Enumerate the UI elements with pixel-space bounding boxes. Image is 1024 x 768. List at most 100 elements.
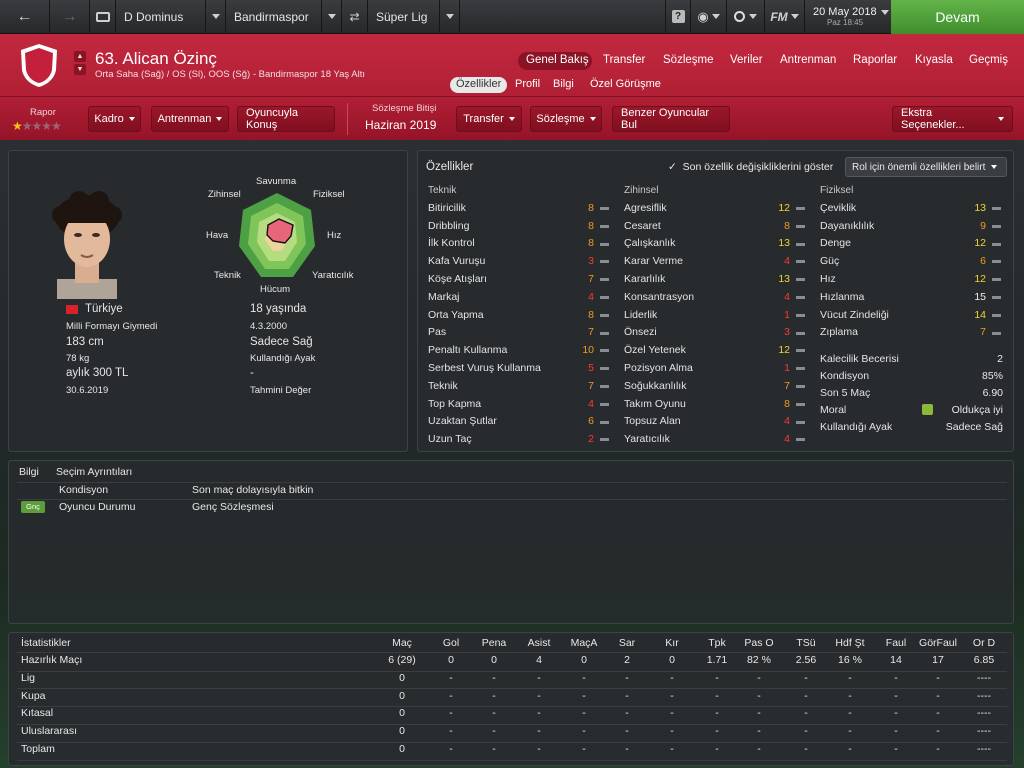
- technical-attribute-row[interactable]: Kafa Vuruşu 3: [428, 252, 611, 270]
- technical-attribute-row[interactable]: Uzaktan Şutlar 6: [428, 413, 611, 431]
- fm-menu-button[interactable]: FM: [765, 0, 805, 34]
- technical-attribute-row[interactable]: Bitiricilik 8: [428, 199, 611, 217]
- stats-header-cell[interactable]: TSü: [784, 637, 828, 649]
- mental-attribute-row[interactable]: Agresiflik 12: [624, 199, 807, 217]
- stats-header-cell[interactable]: GörFaul: [916, 637, 960, 649]
- subtab-info[interactable]: Bilgi: [547, 77, 580, 93]
- date-display[interactable]: 20 May 2018 Paz 18:45: [805, 0, 891, 34]
- physical-attribute-row[interactable]: Çeviklik 13: [820, 199, 1003, 217]
- stats-cell: -: [804, 689, 808, 702]
- stats-header-cell[interactable]: Kır: [650, 637, 694, 649]
- mental-attribute-row[interactable]: Soğukkanlılık 7: [624, 377, 807, 395]
- mental-attribute-row[interactable]: Karar Verme 4: [624, 252, 807, 270]
- help-button[interactable]: ?: [665, 0, 691, 34]
- inbox-button[interactable]: [90, 0, 116, 34]
- tab-compare[interactable]: Kıyasla: [915, 54, 953, 66]
- mental-attribute-row[interactable]: Liderlik 1: [624, 306, 807, 324]
- mental-attribute-row[interactable]: Cesaret 8: [624, 217, 807, 235]
- mental-attribute-row[interactable]: Pozisyon Alma 1: [624, 359, 807, 377]
- continue-button[interactable]: Devam: [891, 0, 1024, 34]
- extra-options-button[interactable]: Ekstra Seçenekler...: [892, 106, 1013, 132]
- similar-players-button[interactable]: Benzer Oyuncular Bul: [612, 106, 730, 132]
- back-button[interactable]: ←: [0, 0, 50, 34]
- forward-button[interactable]: →: [50, 0, 90, 34]
- physical-attribute-row[interactable]: Hızlanma 15: [820, 288, 1003, 306]
- technical-attribute-row[interactable]: Dribbling 8: [428, 217, 611, 235]
- contract-button[interactable]: Sözleşme: [530, 106, 602, 132]
- technical-attribute-row[interactable]: Uzun Taç 2: [428, 430, 611, 448]
- technical-attribute-row[interactable]: Top Kapma 4: [428, 395, 611, 413]
- transfer-button[interactable]: Transfer: [456, 106, 522, 132]
- show-changes-checkbox[interactable]: ✓ Son özellik değişikliklerini göster: [668, 161, 833, 173]
- stats-header-cell[interactable]: MaçA: [562, 637, 606, 649]
- league-dropdown[interactable]: [440, 0, 460, 34]
- technical-attribute-row[interactable]: Köşe Atışları 7: [428, 270, 611, 288]
- tab-data[interactable]: Veriler: [730, 54, 763, 66]
- mental-attribute-row[interactable]: Çalışkanlık 13: [624, 235, 807, 253]
- subtab-attributes[interactable]: Özellikler: [450, 77, 508, 93]
- chevron-down-icon[interactable]: ▼: [74, 64, 86, 75]
- stats-header-cell[interactable]: Pena: [472, 637, 516, 649]
- mental-attribute-row[interactable]: Topsuz Alan 4: [624, 413, 807, 431]
- stats-header-cell[interactable]: Gol: [429, 637, 473, 649]
- mental-attribute-row[interactable]: Takım Oyunu 8: [624, 395, 807, 413]
- stats-header-cell[interactable]: Or D: [962, 637, 1006, 649]
- training-button[interactable]: Antrenman: [151, 106, 229, 132]
- technical-attribute-row[interactable]: Markaj 4: [428, 288, 611, 306]
- stats-cell: -: [715, 689, 719, 702]
- tab-training[interactable]: Antrenman: [780, 54, 836, 66]
- trend-dash-icon: [796, 242, 805, 246]
- swap-button[interactable]: ⇄: [342, 0, 368, 34]
- technical-attribute-row[interactable]: Teknik 7: [428, 377, 611, 395]
- radar-label-aerial: Hava: [206, 230, 229, 241]
- stats-header-cell[interactable]: Hdf Şt: [828, 637, 872, 649]
- attribute-name: Dayanıklılık: [820, 219, 875, 232]
- manager-menu[interactable]: D Dominus: [116, 0, 206, 34]
- technical-attribute-row[interactable]: İlk Kontrol 8: [428, 235, 611, 253]
- tab-history[interactable]: Geçmiş: [969, 54, 1008, 66]
- stats-header-cell[interactable]: Pas O: [737, 637, 781, 649]
- squad-button[interactable]: Kadro: [88, 106, 141, 132]
- subtab-private-chat[interactable]: Özel Görüşme: [584, 77, 667, 93]
- mental-attribute-row[interactable]: Yaratıcılık 4: [624, 430, 807, 448]
- club-menu[interactable]: Bandirmaspor: [226, 0, 322, 34]
- subtab-profile[interactable]: Profil: [509, 77, 546, 93]
- stats-header-cell[interactable]: Tpk: [695, 637, 739, 649]
- tab-overview[interactable]: Genel Bakış: [526, 54, 589, 66]
- player-stepper[interactable]: ▲ ▼: [74, 51, 86, 75]
- manager-dropdown[interactable]: [206, 0, 226, 34]
- attribute-value: 13: [778, 273, 790, 286]
- mental-attribute-row[interactable]: Konsantrasyon 4: [624, 288, 807, 306]
- stats-header-cell[interactable]: Faul: [874, 637, 918, 649]
- technical-attribute-row[interactable]: Orta Yapma 8: [428, 306, 611, 324]
- tab-transfer[interactable]: Transfer: [603, 54, 645, 66]
- role-select[interactable]: Rol için önemli özellikleri belirt: [845, 157, 1007, 177]
- mental-attribute-row[interactable]: Önsezi 3: [624, 324, 807, 342]
- physical-attribute-row[interactable]: Zıplama 7: [820, 324, 1003, 342]
- mental-attribute-row[interactable]: Kararlılık 13: [624, 270, 807, 288]
- physical-attribute-row[interactable]: Dayanıklılık 9: [820, 217, 1003, 235]
- physical-attribute-row[interactable]: Hız 12: [820, 270, 1003, 288]
- search-button[interactable]: [727, 0, 765, 34]
- physical-attribute-row[interactable]: Vücut Zindeliği 14: [820, 306, 1003, 324]
- stats-header-cell[interactable]: Asist: [517, 637, 561, 649]
- tab-reports[interactable]: Raporlar: [853, 54, 897, 66]
- stats-header-cell[interactable]: İstatistikler: [21, 637, 71, 649]
- talk-button[interactable]: Oyuncuyla Konuş: [237, 106, 335, 132]
- physical-attribute-row[interactable]: Güç 6: [820, 252, 1003, 270]
- mental-attribute-row[interactable]: Özel Yetenek 12: [624, 341, 807, 359]
- chevron-up-icon[interactable]: ▲: [74, 51, 86, 62]
- technical-attribute-row[interactable]: Pas 7: [428, 324, 611, 342]
- technical-attribute-row[interactable]: Serbest Vuruş Kullanma 5: [428, 359, 611, 377]
- attribute-value: 4: [784, 415, 790, 428]
- stats-header-cell[interactable]: Maç: [380, 637, 424, 649]
- technical-attribute-row[interactable]: Penaltı Kullanma 10: [428, 341, 611, 359]
- tab-contract[interactable]: Sözleşme: [663, 54, 714, 66]
- stats-header-cell[interactable]: Sar: [605, 637, 649, 649]
- world-button[interactable]: ◉: [691, 0, 727, 34]
- stats-cell: 0: [448, 654, 454, 666]
- club-dropdown[interactable]: [322, 0, 342, 34]
- stats-cell: -: [537, 743, 541, 755]
- physical-attribute-row[interactable]: Denge 12: [820, 235, 1003, 253]
- league-menu[interactable]: Süper Lig: [368, 0, 440, 34]
